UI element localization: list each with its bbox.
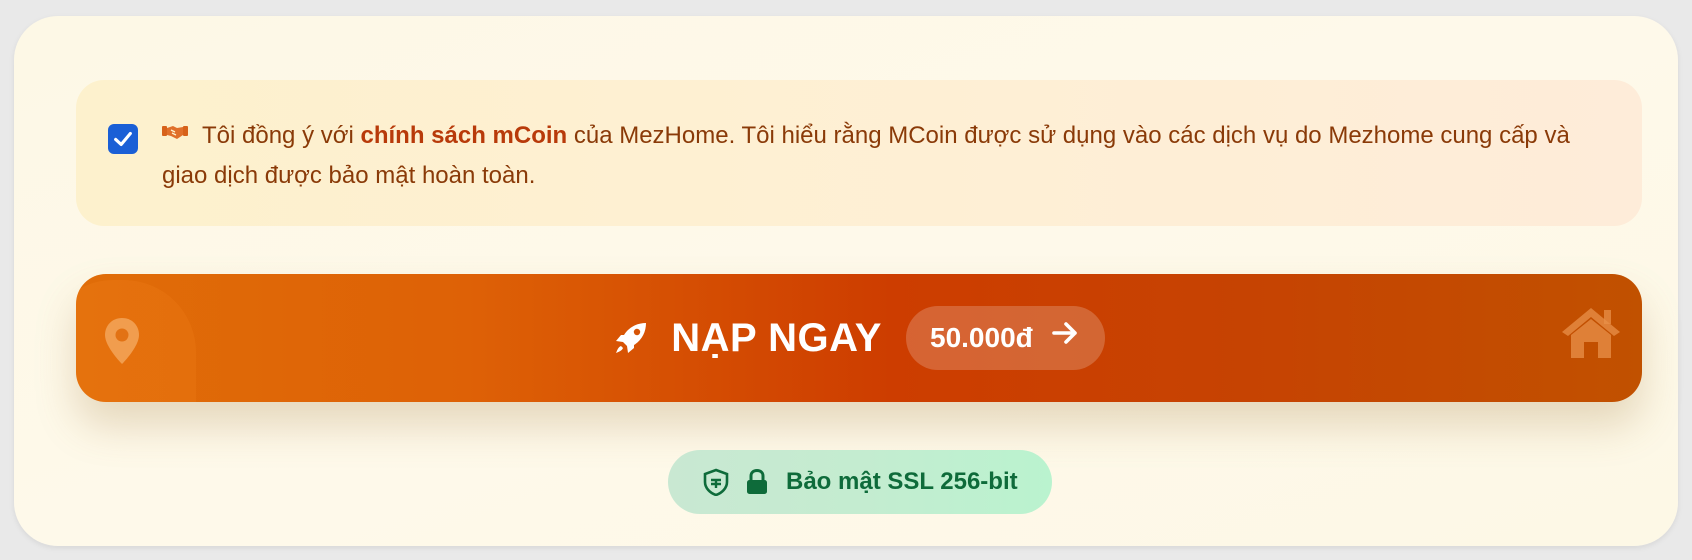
- cta-label: NẠP NGAY: [671, 315, 882, 360]
- topup-button[interactable]: NẠP NGAY 50.000đ: [76, 274, 1642, 402]
- policy-link[interactable]: chính sách mCoin: [360, 122, 567, 149]
- agree-checkbox[interactable]: [108, 124, 138, 154]
- agreement-text-before: Tôi đồng ý với: [202, 122, 361, 149]
- ssl-security-badge: Bảo mật SSL 256-bit: [668, 450, 1052, 514]
- arrow-right-icon: [1051, 322, 1077, 344]
- lock-icon: [747, 469, 767, 494]
- payment-card: Tôi đồng ý với chính sách mCoin của MezH…: [14, 16, 1678, 546]
- ssl-label: Bảo mật SSL 256-bit: [786, 468, 1018, 495]
- agreement-text: Tôi đồng ý với chính sách mCoin của MezH…: [162, 116, 1602, 196]
- shield-icon: [703, 468, 729, 496]
- agreement-box: Tôi đồng ý với chính sách mCoin của MezH…: [76, 80, 1642, 226]
- topup-amount: 50.000đ: [930, 322, 1033, 353]
- checkmark-icon: [114, 131, 132, 147]
- price-pill: 50.000đ: [906, 306, 1105, 370]
- rocket-icon: [616, 323, 647, 353]
- handshake-icon: [162, 126, 188, 139]
